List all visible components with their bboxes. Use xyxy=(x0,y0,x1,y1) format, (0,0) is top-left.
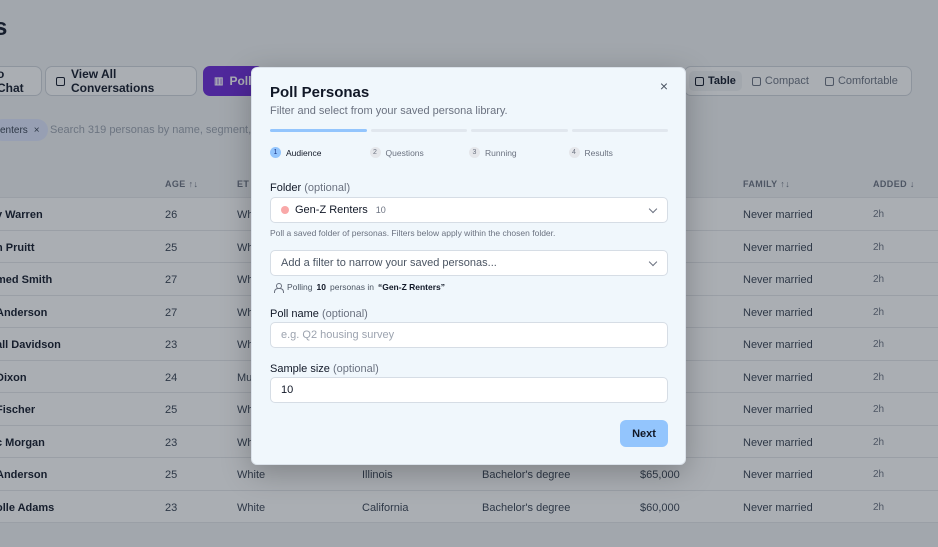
wizard-steps: 1 Audience 2 Questions 3 Running 4 Results xyxy=(270,147,668,158)
polling-folder: “Gen-Z Renters” xyxy=(377,282,446,292)
users-icon xyxy=(274,282,284,293)
optional-tag: (optional) xyxy=(304,182,351,194)
dialog-subtitle: Filter and select from your saved person… xyxy=(270,105,508,117)
step-label: Questions xyxy=(385,147,424,158)
close-icon[interactable]: × xyxy=(657,79,671,93)
step-number: 3 xyxy=(469,147,480,158)
filter-select[interactable]: Add a filter to narrow your saved person… xyxy=(270,250,668,276)
poll-name-label-text: Poll name xyxy=(270,308,319,320)
folder-label-text: Folder xyxy=(270,182,302,194)
progress-segment xyxy=(471,129,568,132)
poll-name-placeholder: e.g. Q2 housing survey xyxy=(281,329,395,341)
folder-hint: Poll a saved folder of personas. Filters… xyxy=(270,228,556,238)
folder-count: 10 xyxy=(375,205,386,215)
polling-middle: personas in xyxy=(330,282,374,292)
folder-select-value: Gen-Z Renters xyxy=(295,204,368,216)
next-button[interactable]: Next xyxy=(620,420,668,447)
step-questions: 2 Questions xyxy=(369,147,470,158)
polling-summary: Polling 10 personas in “Gen-Z Renters” xyxy=(274,282,446,293)
sample-size-input[interactable]: 10 xyxy=(270,377,668,403)
step-number: 1 xyxy=(270,147,281,158)
polling-prefix: Polling xyxy=(287,282,313,292)
optional-tag: (optional) xyxy=(321,308,368,320)
folder-label: Folder (optional) xyxy=(270,182,350,194)
step-number: 4 xyxy=(568,147,580,158)
progress-segment xyxy=(571,129,668,132)
folder-select[interactable]: Gen-Z Renters 10 xyxy=(270,197,668,223)
sample-size-label-text: Sample size xyxy=(270,363,330,375)
chevron-down-icon xyxy=(648,204,658,214)
poll-name-input[interactable]: e.g. Q2 housing survey xyxy=(270,322,668,348)
step-running: 3 Running xyxy=(469,147,569,158)
poll-personas-dialog: Poll Personas Filter and select from you… xyxy=(251,67,686,465)
polling-count: 10 xyxy=(316,282,326,292)
step-label: Results xyxy=(584,147,613,158)
progress-segment xyxy=(270,129,367,132)
folder-color-dot xyxy=(281,206,289,214)
optional-tag: (optional) xyxy=(332,363,379,375)
sample-size-label: Sample size (optional) xyxy=(270,363,379,375)
poll-name-label: Poll name (optional) xyxy=(270,308,368,320)
wizard-progress-bar xyxy=(270,129,668,132)
step-label: Running xyxy=(485,147,517,158)
chevron-down-icon xyxy=(648,257,658,267)
step-audience: 1 Audience xyxy=(270,147,370,158)
filter-select-placeholder: Add a filter to narrow your saved person… xyxy=(281,257,497,269)
step-results: 4 Results xyxy=(568,147,669,158)
progress-segment xyxy=(370,129,467,132)
dialog-title: Poll Personas xyxy=(270,84,370,101)
sample-size-value: 10 xyxy=(281,384,294,396)
step-number: 2 xyxy=(369,147,381,158)
step-label: Audience xyxy=(286,147,322,158)
